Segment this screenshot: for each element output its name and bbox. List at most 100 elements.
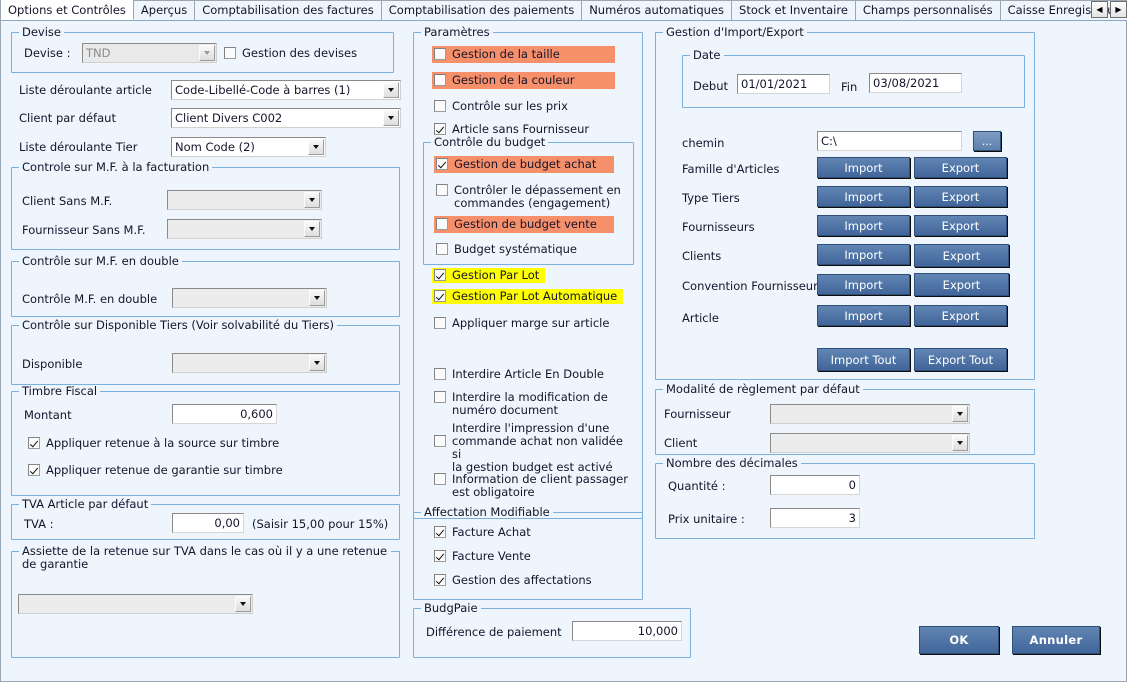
interdire-modification-numero-checkbox[interactable]: Interdire la modification de numéro docu…: [434, 391, 632, 417]
tab-stock-et-inventaire[interactable]: Stock et Inventaire: [731, 0, 856, 20]
button-label: Import: [844, 247, 883, 262]
export-tout-button[interactable]: Export Tout: [914, 348, 1007, 371]
devise-combo[interactable]: TND: [82, 43, 217, 63]
triangle-right-icon[interactable]: ▶: [1110, 1, 1127, 18]
button-label: Export: [941, 308, 980, 323]
checkbox-box: [434, 269, 446, 281]
controler-depassement-checkbox[interactable]: Contrôler le dépassement en commandes (e…: [436, 184, 626, 210]
liste-tier-combo[interactable]: Nom Code (2): [171, 137, 326, 157]
appliquer-marge-article-checkbox[interactable]: Appliquer marge sur article: [434, 317, 609, 330]
checkbox-label: Gestion de budget vente: [454, 217, 597, 231]
checkbox-label: Appliquer marge sur article: [452, 316, 610, 330]
gestion-par-lot-automatique-checkbox[interactable]: Gestion Par Lot Automatique: [432, 289, 624, 304]
liste-article-combo[interactable]: Code-Libellé-Code à barres (1): [171, 80, 401, 100]
client-sans-mf-combo[interactable]: [167, 190, 322, 210]
ok-button[interactable]: OK: [919, 626, 999, 654]
article-import-button[interactable]: Import: [817, 305, 910, 326]
browse-button[interactable]: ...: [973, 131, 1001, 151]
nombre-decimales-group: Nombre des décimales Quantité : Prix uni…: [655, 457, 1035, 539]
quantite-label: Quantité :: [668, 479, 726, 493]
controle-prix-checkbox[interactable]: Contrôle sur les prix: [434, 100, 568, 113]
checkbox-label: Interdire Article En Double: [452, 367, 604, 381]
checkbox-box: [434, 574, 446, 586]
interdire-impression-commande-checkbox[interactable]: Interdire l'impression d'une commande ac…: [434, 422, 634, 474]
controle-disponible-title: Contrôle sur Disponible Tiers (Voir solv…: [19, 319, 338, 331]
type-tiers-export-button[interactable]: Export: [914, 186, 1007, 207]
date-group-title: Date: [690, 49, 724, 61]
checkbox-label: Gestion de la taille: [452, 47, 560, 61]
controle-disponible-group: Contrôle sur Disponible Tiers (Voir solv…: [11, 319, 400, 385]
tab-apercus[interactable]: Aperçus: [132, 0, 196, 20]
button-label: Export: [941, 189, 980, 204]
checkbox-label: Facture Vente: [452, 549, 531, 563]
retenue-source-timbre-checkbox[interactable]: Appliquer retenue à la source sur timbre: [28, 437, 279, 450]
montant-label: Montant: [24, 408, 72, 422]
gestion-taille-checkbox[interactable]: Gestion de la taille: [432, 46, 615, 63]
checkbox-box: [224, 47, 236, 59]
budget-systematique-checkbox[interactable]: Budget systématique: [436, 243, 577, 256]
fournisseurs-export-button[interactable]: Export: [914, 215, 1007, 236]
gestion-budget-vente-checkbox[interactable]: Gestion de budget vente: [434, 216, 614, 233]
tab-numeros-automatiques[interactable]: Numéros automatiques: [581, 0, 733, 20]
difference-paiement-input[interactable]: [572, 621, 682, 641]
checkbox-box: [436, 184, 448, 196]
checkbox-box: [434, 290, 446, 302]
tva-hint: (Saisir 15,00 pour 15%): [252, 517, 389, 531]
button-label: Export: [942, 248, 981, 263]
checkbox-box: [434, 391, 446, 403]
information-client-passager-checkbox[interactable]: Information de client passager est oblig…: [434, 473, 632, 499]
liste-article-label: Liste déroulante article: [19, 83, 152, 97]
date-fin-input[interactable]: [869, 73, 962, 93]
gestion-par-lot-checkbox[interactable]: Gestion Par Lot: [432, 268, 546, 283]
chemin-input[interactable]: [817, 131, 962, 151]
checkbox-label: Gestion de la couleur: [452, 73, 575, 87]
tab-label: Stock et Inventaire: [739, 3, 848, 17]
clients-import-button[interactable]: Import: [817, 244, 910, 265]
controle-mf-double-combo[interactable]: [172, 288, 327, 308]
quantite-input[interactable]: [770, 475, 860, 495]
famille-articles-import-button[interactable]: Import: [817, 157, 910, 178]
gestion-affectations-checkbox[interactable]: Gestion des affectations: [434, 574, 592, 587]
retenue-garantie-timbre-checkbox[interactable]: Appliquer retenue de garantie sur timbre: [28, 464, 283, 477]
gestion-budget-achat-checkbox[interactable]: Gestion de budget achat: [434, 156, 614, 173]
gestion-couleur-checkbox[interactable]: Gestion de la couleur: [432, 72, 615, 89]
modalite-client-combo[interactable]: [770, 433, 970, 453]
gestion-des-devises-checkbox[interactable]: Gestion des devises: [224, 47, 357, 60]
facture-vente-checkbox[interactable]: Facture Vente: [434, 550, 531, 563]
convention-fournisseur-import-button[interactable]: Import: [817, 274, 910, 295]
clients-export-button[interactable]: Export: [914, 244, 1009, 267]
modalite-reglement-group: Modalité de règlement par défaut Fournis…: [655, 383, 1035, 455]
montant-input[interactable]: [172, 404, 277, 424]
cancel-button[interactable]: Annuler: [1012, 626, 1100, 654]
clients-label: Clients: [682, 249, 722, 263]
nombre-decimales-title: Nombre des décimales: [663, 457, 801, 469]
date-debut-input[interactable]: [737, 74, 830, 94]
fournisseurs-import-button[interactable]: Import: [817, 215, 910, 236]
assiette-combo[interactable]: [18, 594, 253, 614]
client-defaut-combo[interactable]: Client Divers C002: [171, 108, 401, 128]
interdire-article-double-checkbox[interactable]: Interdire Article En Double: [434, 368, 604, 381]
devise-label: Devise :: [24, 46, 71, 60]
convention-fournisseur-export-button[interactable]: Export: [914, 273, 1009, 296]
checkbox-box: [436, 218, 448, 230]
facture-achat-checkbox[interactable]: Facture Achat: [434, 526, 531, 539]
checkbox-label: Interdire la modification de numéro docu…: [452, 390, 608, 417]
fournisseur-sans-mf-combo[interactable]: [167, 219, 322, 239]
tva-label: TVA :: [24, 517, 54, 531]
devise-group: Devise Devise : TND Gestion des devises: [11, 26, 394, 73]
tab-comptabilisation-paiements[interactable]: Comptabilisation des paiements: [380, 0, 583, 20]
tva-input[interactable]: [172, 513, 244, 533]
prix-unitaire-input[interactable]: [770, 508, 860, 528]
tab-comptabilisation-factures[interactable]: Comptabilisation des factures: [194, 0, 382, 20]
button-label: Import: [844, 218, 883, 233]
triangle-left-icon[interactable]: ◀: [1091, 1, 1108, 18]
disponible-combo[interactable]: [172, 353, 327, 373]
client-defaut-label: Client par défaut: [19, 111, 116, 125]
article-export-button[interactable]: Export: [914, 305, 1007, 326]
modalite-fournisseur-combo[interactable]: [770, 404, 970, 424]
tab-champs-personnalises[interactable]: Champs personnalisés: [854, 0, 1001, 20]
tab-options-et-controles[interactable]: Options et Contrôles: [1, 0, 134, 20]
type-tiers-import-button[interactable]: Import: [817, 186, 910, 207]
famille-articles-export-button[interactable]: Export: [914, 157, 1007, 178]
import-tout-button[interactable]: Import Tout: [817, 348, 910, 371]
